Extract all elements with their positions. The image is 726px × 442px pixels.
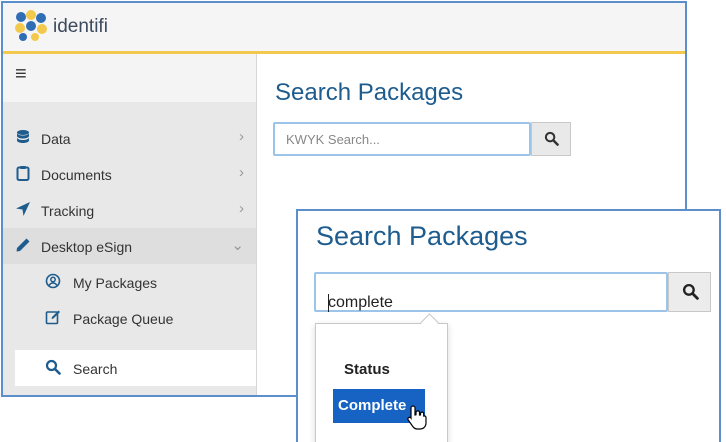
chevron-right-icon: › [239,164,244,181]
logo-icon [15,10,47,41]
dropdown-group-header: Status [344,361,390,378]
search-icon [45,359,61,375]
search-button[interactable] [668,272,711,312]
sidebar-item-label: Desktop eSign [41,239,133,255]
search-icon [682,283,699,300]
sidebar-item-label: Tracking [41,203,95,219]
brand-name: identifi [53,16,108,37]
chevron-right-icon: › [239,200,244,217]
text-caret [328,294,329,312]
search-input[interactable]: KWYK Search... [273,122,531,156]
pencil-icon [16,238,30,252]
sidebar-subitem-my-packages[interactable]: My Packages [15,264,256,300]
autocomplete-dropdown: Status Complete [315,323,448,442]
sidebar-subitem-label: Search [73,361,118,377]
user-circle-icon [45,273,61,289]
hamburger-icon: ≡ [15,63,27,85]
location-arrow-icon [16,202,30,216]
database-icon [17,130,29,143]
search-input[interactable]: complete [314,272,668,312]
clipboard-icon [16,166,30,181]
dropdown-option-label: Complete [338,397,407,414]
sidebar-subitem-label: My Packages [73,275,158,291]
sidebar-item-desktop-esign[interactable]: Desktop eSign ⌄ [3,228,256,264]
page-title: Search Packages [275,79,464,106]
search-button[interactable] [531,122,571,156]
top-bar: identifi [3,3,685,54]
sidebar-item-tracking[interactable]: Tracking › [3,192,256,228]
chevron-down-icon: ⌄ [231,237,244,254]
sidebar-subitem-search[interactable]: Search [15,350,256,386]
app-window-front: Search Packages complete Status Complete [296,209,721,442]
sidebar-item-label: Data [41,131,71,147]
chevron-right-icon: › [239,128,244,145]
hand-cursor-icon [407,405,427,430]
page-title: Search Packages [316,221,528,251]
edit-icon [45,310,60,325]
sidebar-subitem-package-queue[interactable]: Package Queue [15,300,256,336]
search-icon [544,131,559,146]
sidebar-item-label: Documents [41,167,112,183]
sidebar: ≡ Data › Documents › Tracking › Desktop … [3,54,257,395]
search-input-value: complete [328,294,393,311]
search-placeholder: KWYK Search... [286,132,380,147]
sidebar-item-documents[interactable]: Documents › [3,156,256,192]
hamburger-button[interactable]: ≡ [3,54,256,102]
sidebar-subitem-label: Package Queue [73,311,174,327]
sidebar-item-data[interactable]: Data › [3,120,256,156]
